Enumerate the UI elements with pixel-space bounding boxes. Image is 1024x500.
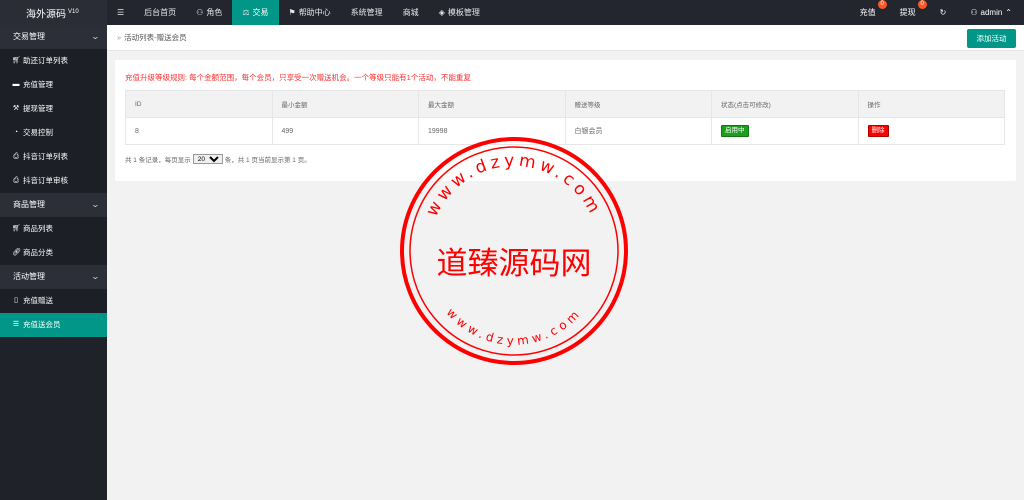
col-level: 赠送等级 (564, 90, 712, 118)
nav-system[interactable]: 系统管理 (341, 0, 393, 25)
user-menu[interactable]: ⚇ admin ⌃ (958, 0, 1024, 25)
menu-icon: ☰ (117, 8, 125, 17)
print-icon: ⎙ (13, 153, 19, 160)
nav-template[interactable]: ◈ 模板管理 (429, 0, 490, 25)
status-toggle-button[interactable]: 启用中 (721, 125, 749, 137)
app-logo[interactable]: 海外源码 V10 (0, 0, 107, 25)
per-page-select[interactable]: 20 (192, 154, 223, 164)
link-icon: 🔗︎ (12, 249, 21, 256)
cart-icon: 🛒︎ (12, 225, 21, 232)
sidebar-group-trade[interactable]: 交易管理 ⌄ (0, 25, 107, 49)
sidebar-item-withdraw[interactable]: ⚒ 提现管理 (0, 97, 107, 121)
nav-mall[interactable]: 商城 (393, 0, 429, 25)
print-icon: ⎙ (13, 177, 19, 184)
chevron-down-icon: ⌄ (90, 200, 101, 209)
nav-role[interactable]: ⚇ 角色 (186, 0, 232, 25)
refresh-button[interactable]: ↻ (928, 0, 959, 25)
chevron-up-icon: ⌃ (1005, 8, 1012, 17)
stamp-center-text: 道臻源码网 (437, 246, 592, 282)
pager-prefix: 共 1 条记录，每页显示 (125, 157, 191, 164)
sidebar-item-repay-orders[interactable]: 🛒︎ 助还订单列表 (0, 49, 107, 73)
top-bar: 海外源码 V10 ☰ 后台首页 ⚇ 角色 ⚖ 交易 ⚑ 帮助中心 系统管理 商城 ◈ 模板… (0, 0, 1024, 25)
col-min: 最小金额 (271, 90, 419, 118)
withdraw-badge: 0 (917, 0, 927, 9)
cart-icon: 🛒︎ (12, 57, 21, 64)
nav-trade[interactable]: ⚖ 交易 (232, 0, 279, 25)
cell-status: 启用中 (711, 117, 859, 145)
sidebar-item-douyin-review[interactable]: ⎙ 抖音订单审核 (0, 169, 107, 193)
sidebar-group-activity[interactable]: 活动管理 ⌄ (0, 265, 107, 289)
sidebar-item-recharge[interactable]: ▬ 充值管理 (0, 73, 107, 97)
chat-icon: ▬ (12, 81, 20, 88)
list-icon: ☰ (12, 321, 20, 328)
recharge-link[interactable]: 充值 0 (848, 0, 888, 25)
dashboard-icon: ◔ (13, 129, 19, 136)
col-id: ID (125, 90, 273, 118)
delete-button[interactable]: 删除 (867, 125, 889, 137)
col-max: 最大金额 (418, 90, 566, 118)
sidebar-item-recharge-gift[interactable]: ▯ 充值赠送 (0, 289, 107, 313)
sidebar-item-trade-control[interactable]: ◔ 交易控制 (0, 121, 107, 145)
sidebar-item-goods-category[interactable]: 🔗︎ 商品分类 (0, 241, 107, 265)
sidebar: 交易管理 ⌄ 🛒︎ 助还订单列表 ▬ 充值管理 ⚒ 提现管理 ◔ 交易控制 ⎙ 抖音订单列表… (0, 25, 107, 500)
table-header-row: ID 最小金额 最大金额 赠送等级 状态(点击可修改) 操作 (125, 90, 1005, 118)
refresh-icon: ↻ (939, 8, 947, 17)
double-chevron-right-icon: » (117, 33, 122, 42)
top-nav: ☰ 后台首页 ⚇ 角色 ⚖ 交易 ⚑ 帮助中心 系统管理 商城 ◈ 模板管理 (107, 0, 490, 25)
sidebar-item-goods-list[interactable]: 🛒︎ 商品列表 (0, 217, 107, 241)
user-icon: ⚇ (196, 8, 204, 17)
cell-action: 删除 (857, 117, 1005, 145)
flag-icon: ⚑ (288, 8, 296, 17)
chevron-down-icon: ⌄ (90, 32, 101, 41)
recharge-badge: 0 (877, 0, 887, 9)
cell-min: 499 (271, 117, 419, 145)
breadcrumb: » 活动列表-赠送会员 (117, 33, 187, 42)
user-icon: ⚇ (970, 8, 978, 17)
app-version: V10 (68, 9, 79, 15)
pager-suffix: 条，共 1 页当前显示第 1 页。 (224, 157, 311, 164)
pagination: 共 1 条记录，每页显示 20 条，共 1 页当前显示第 1 页。 (125, 154, 311, 164)
add-activity-button[interactable]: 添加活动 (967, 29, 1016, 48)
stamp-ring-bottom: www.dzymw.com (444, 305, 585, 348)
layers-icon: ◈ (438, 8, 445, 17)
chevron-down-icon: ⌄ (90, 272, 101, 281)
breadcrumb-bar: » 活动列表-赠送会员 添加活动 (107, 25, 1024, 51)
col-status: 状态(点击可修改) (711, 90, 859, 118)
rule-notice: 充值升级等级规则: 每个金额范围，每个会员，只享受一次赠送机会。一个等级只能有1… (125, 73, 471, 82)
cell-id: 8 (125, 117, 273, 145)
sidebar-item-recharge-vip[interactable]: ☰ 充值送会员 (0, 313, 107, 337)
hammer-icon: ⚒ (12, 105, 20, 112)
top-right-nav: 充值 0 提现 0 ↻ ⚇ admin ⌃ (848, 0, 1024, 25)
mobile-icon: ▯ (14, 297, 18, 304)
sidebar-item-douyin-orders[interactable]: ⎙ 抖音订单列表 (0, 145, 107, 169)
nav-home[interactable]: 后台首页 (134, 0, 186, 25)
sidebar-group-goods[interactable]: 商品管理 ⌄ (0, 193, 107, 217)
col-action: 操作 (857, 90, 1005, 118)
scale-icon: ⚖ (242, 8, 250, 17)
watermark-stamp: www.dzymw.com 道臻源码网 www.dzymw.com (400, 137, 628, 365)
withdraw-link[interactable]: 提现 0 (888, 0, 928, 25)
nav-help[interactable]: ⚑ 帮助中心 (279, 0, 341, 25)
app-title: 海外源码 (26, 9, 66, 21)
menu-toggle-button[interactable]: ☰ (107, 0, 134, 25)
